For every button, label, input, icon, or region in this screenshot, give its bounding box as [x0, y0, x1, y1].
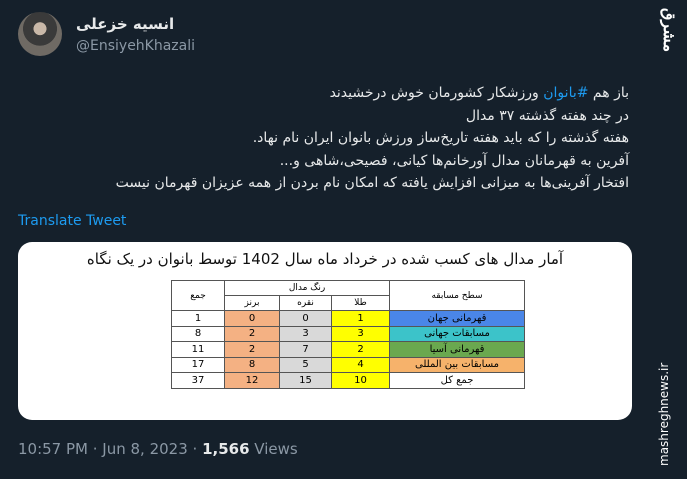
- watermark-site: mashreghnews.ir: [657, 362, 671, 466]
- total-value-cell: 37: [171, 372, 225, 389]
- table-row: قهرمانی جهان 1 0 0 1: [171, 310, 525, 327]
- table-header-row: سطح مسابقه رنگ مدال جمع: [171, 280, 525, 311]
- gold-value-cell: 4: [331, 356, 390, 373]
- bronze-value-cell: 2: [224, 341, 280, 358]
- gold-value-cell: 3: [331, 325, 390, 342]
- level-cell: مسابقات جهانی: [389, 325, 525, 342]
- tweet-media-image[interactable]: آمار مدال های کسب شده در خرداد ماه سال 1…: [18, 242, 632, 420]
- silver-value-cell: 3: [279, 325, 332, 342]
- header-silver: نقره: [279, 295, 332, 311]
- tweet-date[interactable]: Jun 8, 2023: [102, 440, 187, 458]
- silver-value-cell: 7: [279, 341, 332, 358]
- watermark-logo: مشرق: [660, 8, 679, 53]
- silver-value-cell: 0: [279, 310, 332, 327]
- translate-tweet-link[interactable]: Translate Tweet: [18, 213, 126, 229]
- table-row: مسابقات جهانی 3 3 2 8: [171, 325, 525, 342]
- table-row: قهرمانی آسیا 2 7 2 11: [171, 341, 525, 358]
- header-total: جمع: [171, 280, 225, 311]
- total-value-cell: 11: [171, 341, 225, 358]
- tweet-line-3: هفته گذشته را که باید هفته تاریخ‌ساز ورز…: [252, 130, 629, 146]
- tweet-meta: 10:57 PM · Jun 8, 2023 · 1,566 Views: [18, 440, 298, 458]
- level-cell: قهرمانی آسیا: [389, 341, 525, 358]
- gold-value-cell: 10: [331, 372, 390, 389]
- avatar[interactable]: [18, 12, 62, 56]
- views-label: Views: [249, 440, 298, 458]
- bronze-value-cell: 2: [224, 325, 280, 342]
- level-cell: مسابقات بین المللی: [389, 356, 525, 373]
- tweet-line-2: در چند هفته گذشته ۳۷ مدال: [465, 107, 629, 124]
- medal-table: سطح مسابقه رنگ مدال جمع طلا نقره برنز قه…: [171, 280, 525, 389]
- meta-separator: ·: [87, 440, 103, 458]
- silver-value-cell: 5: [279, 356, 332, 373]
- hashtag-link[interactable]: #بانوان: [543, 85, 588, 101]
- header-level: سطح مسابقه: [389, 280, 525, 311]
- tweet-line-1: باز هم #بانوان ورزشکار کشورمان خوش درخشی…: [29, 82, 629, 105]
- bronze-value-cell: 8: [224, 356, 280, 373]
- table-row: مسابقات بین المللی 4 5 8 17: [171, 356, 525, 373]
- medal-table-body: قهرمانی جهان 1 0 0 1 مسابقات جهانی 3 3 2 8 قهرمانی…: [171, 310, 525, 389]
- views-count: 1,566: [202, 440, 250, 458]
- header-bronze: برنز: [224, 295, 280, 311]
- tweet-line-1-prefix: باز هم: [588, 85, 629, 101]
- total-value-cell: 8: [171, 325, 225, 342]
- gold-value-cell: 2: [331, 341, 390, 358]
- table-row: جمع کل 10 15 12 37: [171, 372, 525, 389]
- tweet-text: باز هم #بانوان ورزشکار کشورمان خوش درخشی…: [29, 82, 629, 195]
- total-value-cell: 17: [171, 356, 225, 373]
- silver-value-cell: 15: [279, 372, 332, 389]
- total-value-cell: 1: [171, 310, 225, 327]
- tweet-line-4: آفرین به قهرمانان مدال آورخانم‌ها کیانی،…: [279, 152, 629, 169]
- level-cell: جمع کل: [389, 372, 525, 389]
- bronze-value-cell: 0: [224, 310, 280, 327]
- tweet-time[interactable]: 10:57 PM: [18, 440, 88, 458]
- meta-separator: ·: [187, 440, 203, 458]
- header-color-group: رنگ مدال: [224, 280, 390, 296]
- author-display-name[interactable]: انسیه خزعلی: [76, 15, 174, 33]
- media-title: آمار مدال های کسب شده در خرداد ماه سال 1…: [86, 250, 564, 268]
- header-gold: طلا: [331, 295, 390, 311]
- level-cell: قهرمانی جهان: [389, 310, 525, 327]
- tweet-line-1-suffix: ورزشکار کشورمان خوش درخشیدند: [329, 85, 544, 101]
- tweet-line-5: افتخار آفرینی‌ها به میزانی افزایش یافته …: [115, 175, 629, 191]
- gold-value-cell: 1: [331, 310, 390, 327]
- author-handle[interactable]: @EnsiyehKhazali: [76, 38, 195, 54]
- bronze-value-cell: 12: [224, 372, 280, 389]
